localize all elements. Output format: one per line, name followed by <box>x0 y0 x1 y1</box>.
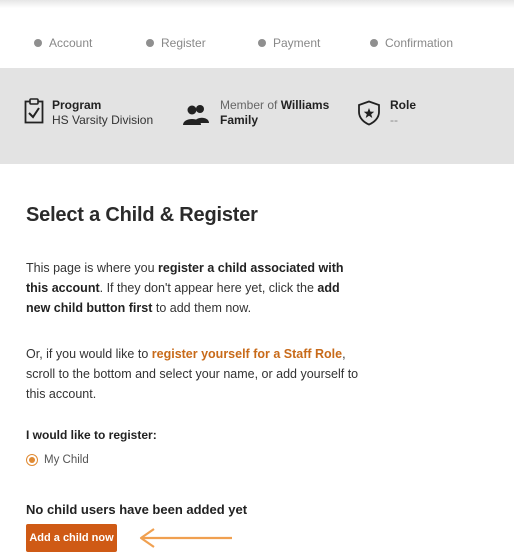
arrow-left-icon <box>139 528 232 548</box>
step-register[interactable]: Register <box>146 36 206 50</box>
add-child-button[interactable]: Add a child now <box>26 524 117 552</box>
step-payment[interactable]: Payment <box>258 36 320 50</box>
text-segment: This page is where you <box>26 261 159 275</box>
step-label: Confirmation <box>385 36 454 50</box>
staff-role-paragraph: Or, if you would like to register yourse… <box>26 344 376 404</box>
staff-role-link[interactable]: register yourself for a Staff Role <box>152 347 342 361</box>
role-value: -- <box>390 113 398 127</box>
step-label: Account <box>49 36 93 50</box>
program-value: HS Varsity Division <box>52 113 154 127</box>
radio-selected-icon[interactable] <box>26 454 38 466</box>
people-icon <box>183 105 209 125</box>
step-dot-icon <box>258 39 266 47</box>
empty-state-message: No child users have been added yet <box>26 502 248 517</box>
text-segment: Or, if you would like to <box>26 347 152 361</box>
step-dot-icon <box>146 39 154 47</box>
text-segment: . If they don't appear here yet, click t… <box>99 281 318 295</box>
radio-my-child[interactable]: My Child <box>26 454 89 466</box>
progress-steps: Account Register Payment Confirmation <box>0 22 514 66</box>
member-suffix: Family <box>220 113 259 127</box>
step-account[interactable]: Account <box>34 36 92 50</box>
text-segment: to add them now. <box>152 301 252 315</box>
radio-label: My Child <box>44 454 89 466</box>
main-content: Select a Child & Register This page is w… <box>26 204 496 552</box>
program-info: Program HS Varsity Division <box>24 98 153 128</box>
registration-info-bar: Program HS Varsity Division Member of Wi… <box>0 68 514 164</box>
instructions-paragraph: This page is where you register a child … <box>26 258 366 318</box>
member-prefix: Member of <box>220 98 278 112</box>
register-label: I would like to register: <box>26 428 157 442</box>
role-label: Role <box>390 98 417 112</box>
step-label: Payment <box>273 36 321 50</box>
step-dot-icon <box>370 39 378 47</box>
star-badge-icon <box>358 100 380 126</box>
step-dot-icon <box>34 39 42 47</box>
step-label: Register <box>161 36 206 50</box>
role-info: Role -- <box>357 98 416 128</box>
member-info: Member of Williams Family <box>182 98 329 128</box>
top-edge <box>0 0 514 8</box>
program-label: Program <box>52 98 102 112</box>
page-title: Select a Child & Register <box>26 204 258 226</box>
step-confirmation[interactable]: Confirmation <box>370 36 453 50</box>
member-name: Williams <box>280 98 330 112</box>
clipboard-check-icon <box>24 98 44 124</box>
